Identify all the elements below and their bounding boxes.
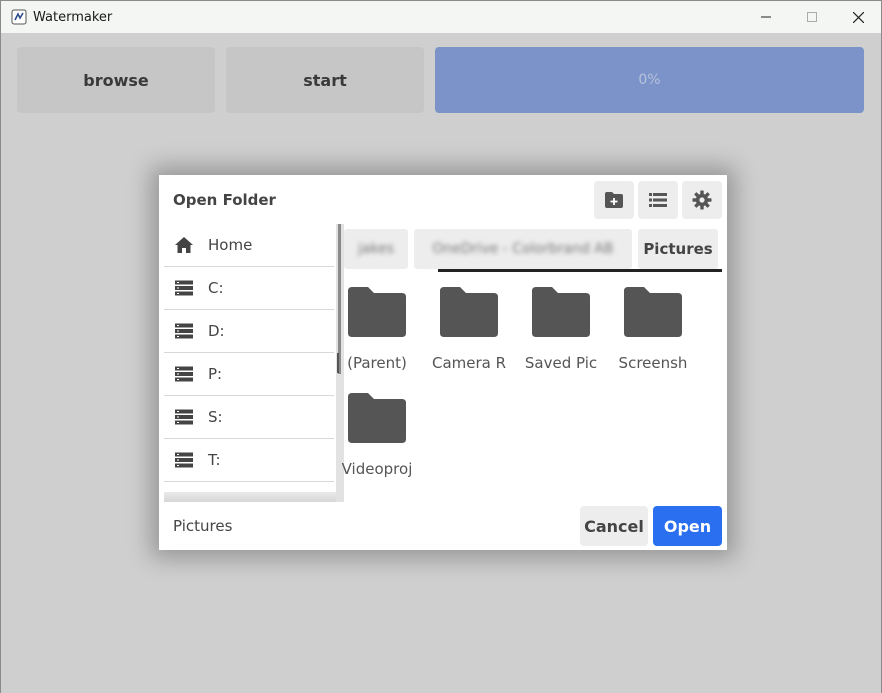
folder-icon xyxy=(348,287,406,337)
new-folder-button[interactable] xyxy=(594,181,634,219)
sidebar-item-label: T: xyxy=(208,451,221,469)
folder-icon xyxy=(532,287,590,337)
home-icon xyxy=(174,235,194,255)
list-view-button[interactable] xyxy=(638,181,678,219)
folder-item[interactable]: Screensh xyxy=(607,285,699,372)
close-button[interactable] xyxy=(835,1,881,33)
sidebar-item-label: C: xyxy=(208,279,224,297)
folder-grid: (Parent) Camera R Saved Pic Screensh Vid… xyxy=(342,285,722,505)
minimize-icon xyxy=(761,16,771,18)
maximize-button[interactable] xyxy=(789,1,835,33)
places-sidebar[interactable]: Home C: D: P: S: T: xyxy=(164,224,344,502)
drive-icon xyxy=(174,407,194,427)
breadcrumb: jakes OneDrive - Colorbrand AB Pictures xyxy=(344,229,722,269)
breadcrumb-item[interactable]: OneDrive - Colorbrand AB xyxy=(414,229,632,269)
folder-icon xyxy=(348,393,406,443)
breadcrumb-item[interactable]: jakes xyxy=(344,229,408,269)
settings-button[interactable] xyxy=(682,181,722,219)
open-folder-dialog: Open Folder Home C: D: P: S: T: jakes On… xyxy=(159,175,727,550)
folder-name: Videoproj xyxy=(341,460,413,478)
start-button[interactable]: start xyxy=(226,47,424,113)
folder-icon xyxy=(624,287,682,337)
browse-button[interactable]: browse xyxy=(17,47,215,113)
sidebar-item-drive-s[interactable]: S: xyxy=(164,396,334,439)
app-window: Watermaker browse start 0% Open Folder H… xyxy=(0,0,882,693)
progress-bar: 0% xyxy=(435,47,864,113)
gear-icon xyxy=(692,190,712,210)
open-button[interactable]: Open xyxy=(653,506,722,546)
cancel-button[interactable]: Cancel xyxy=(580,506,648,546)
sidebar-item-drive-c[interactable]: C: xyxy=(164,267,334,310)
drive-icon xyxy=(174,321,194,341)
maximize-icon xyxy=(807,12,817,22)
sidebar-item-label: P: xyxy=(208,365,223,383)
sidebar-item-drive-d[interactable]: D: xyxy=(164,310,334,353)
folder-name: Screensh xyxy=(618,354,688,372)
folder-name: Camera R xyxy=(431,354,507,372)
drive-icon xyxy=(174,278,194,298)
drive-icon xyxy=(174,364,194,384)
folder-item[interactable]: Camera R xyxy=(423,285,515,372)
minimize-button[interactable] xyxy=(743,1,789,33)
sidebar-item-drive-p[interactable]: P: xyxy=(164,353,334,396)
sidebar-item-drive-t[interactable]: T: xyxy=(164,439,334,482)
folder-icon xyxy=(440,287,498,337)
title-bar[interactable]: Watermaker xyxy=(1,1,881,33)
close-icon xyxy=(852,11,864,23)
folder-item[interactable]: Videoproj xyxy=(331,391,423,478)
current-path-label: Pictures xyxy=(173,517,233,535)
drive-icon xyxy=(174,450,194,470)
folder-item-parent[interactable]: (Parent) xyxy=(331,285,423,372)
folder-item[interactable]: Saved Pic xyxy=(515,285,607,372)
new-folder-icon xyxy=(605,192,623,208)
progress-text: 0% xyxy=(638,72,661,88)
list-view-icon xyxy=(649,193,667,207)
sidebar-item-label: S: xyxy=(208,408,223,426)
app-icon xyxy=(11,9,27,25)
folder-name: (Parent) xyxy=(347,354,407,372)
sidebar-item-label: D: xyxy=(208,322,225,340)
sidebar-item-home[interactable]: Home xyxy=(164,224,334,267)
window-title: Watermaker xyxy=(33,9,113,25)
sidebar-overflow-fade xyxy=(164,492,336,502)
folder-name: Saved Pic xyxy=(524,354,598,372)
breadcrumb-underline xyxy=(438,269,722,272)
dialog-title: Open Folder xyxy=(173,191,276,209)
breadcrumb-current[interactable]: Pictures xyxy=(638,229,718,269)
sidebar-item-label: Home xyxy=(208,236,253,254)
